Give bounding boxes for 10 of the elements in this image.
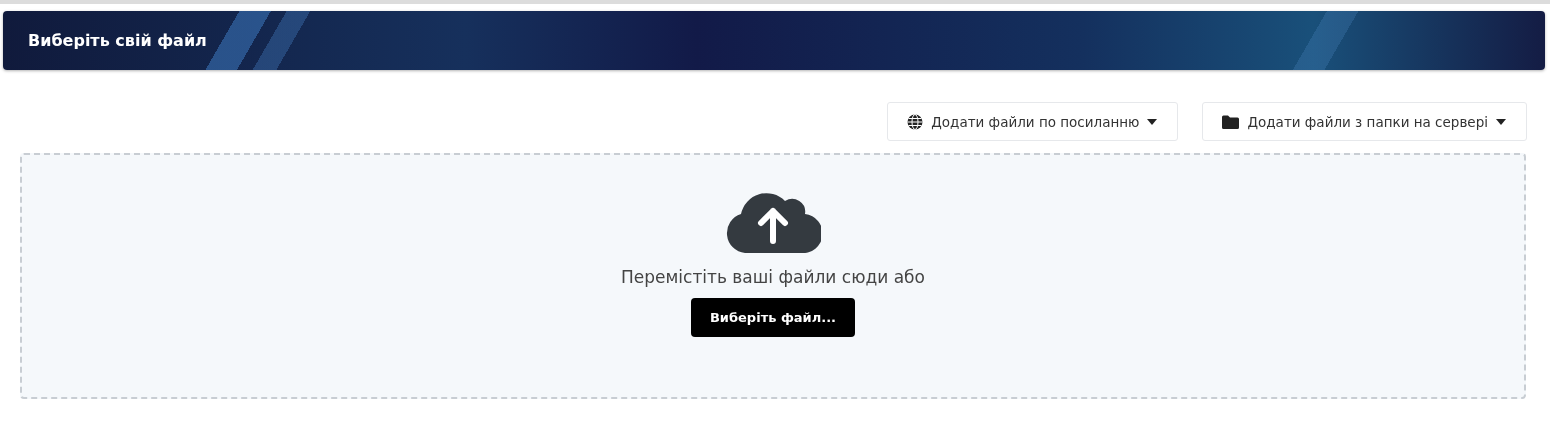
folder-icon xyxy=(1222,114,1240,129)
add-files-dropdown-button[interactable]: Додати файли по посиланню xyxy=(887,102,1179,141)
caret-icon xyxy=(1147,118,1158,125)
drop-zone[interactable]: Перемістіть ваші файли сюди або Виберіть файл... xyxy=(20,153,1526,399)
caret-icon xyxy=(1496,118,1506,125)
choose-file-button[interactable]: Виберіть файл... xyxy=(690,298,856,337)
page-title: Виберіть свій файл xyxy=(28,31,207,50)
add-files-dropdown-button[interactable]: Додати файли з папки на сервері xyxy=(1202,102,1527,141)
drop-prompt: Перемістіть ваші файли сюди або xyxy=(621,267,925,287)
globe-icon xyxy=(907,113,924,130)
